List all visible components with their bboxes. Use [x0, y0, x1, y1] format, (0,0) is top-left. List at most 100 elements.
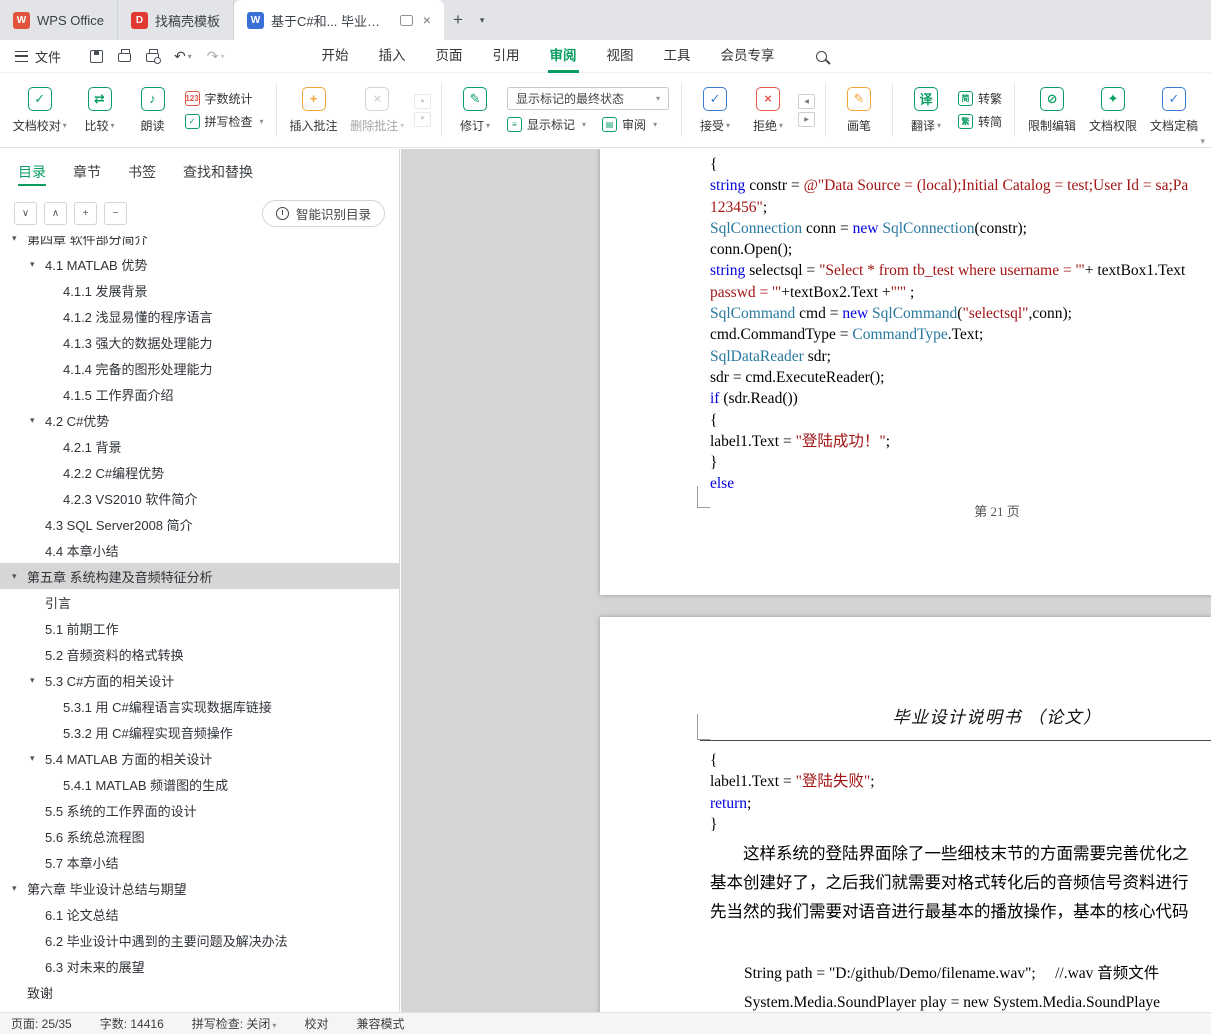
toc-item[interactable]: 5.3.1 用 C#编程语言实现数据库链接: [0, 693, 399, 719]
expand-arrow-icon[interactable]: ▾: [12, 571, 27, 582]
toc-item[interactable]: 6.1 论文总结: [0, 901, 399, 927]
accept-change-button[interactable]: ✓ 接受 ▾: [690, 82, 740, 139]
toc-item[interactable]: ▾ 4.1 MATLAB 优势: [0, 251, 399, 277]
expand-arrow-icon[interactable]: ▾: [30, 259, 45, 270]
search-icon[interactable]: [815, 50, 827, 62]
toc-item[interactable]: 5.6 系统总流程图: [0, 823, 399, 849]
redo-icon[interactable]: ↷ ▾: [207, 48, 225, 65]
toc-item[interactable]: ▾ 4.2 C#优势: [0, 407, 399, 433]
document-area[interactable]: {string constr = @"Data Source = (local)…: [401, 149, 1211, 1012]
reject-change-button[interactable]: × 拒绝 ▾: [743, 82, 793, 139]
expand-arrow-icon[interactable]: ▾: [30, 753, 45, 764]
menu-member[interactable]: 会员专享: [706, 40, 790, 73]
ink-pen-button[interactable]: ✎ 画笔: [834, 82, 884, 139]
review-pane-button[interactable]: ▤ 审阅 ▾: [602, 116, 657, 133]
toc-item-label: 4.1 MATLAB 优势: [45, 257, 148, 273]
pane-tab-chapter[interactable]: 章节: [73, 149, 101, 195]
revision-nav-prev-button[interactable]: ◀: [798, 93, 816, 109]
status-proofread[interactable]: 校对: [304, 1015, 328, 1032]
doc-permission-button[interactable]: ✦ 文档权限: [1084, 82, 1142, 139]
doc-finalize-button[interactable]: ✓ 文档定稿: [1145, 82, 1203, 139]
tab-close-icon[interactable]: ×: [423, 12, 431, 28]
insert-comment-button[interactable]: + 插入批注: [285, 82, 343, 139]
toc-item[interactable]: 5.7 本章小结: [0, 849, 399, 875]
toc-item[interactable]: 4.1.2 浅显易懂的程序语言: [0, 303, 399, 329]
toc-item[interactable]: ▾ 5.4 MATLAB 方面的相关设计: [0, 745, 399, 771]
traditional-to-simplified-button[interactable]: 繁转简: [958, 113, 1002, 130]
save-icon[interactable]: [90, 49, 104, 63]
toc-item[interactable]: 4.1.4 完备的图形处理能力: [0, 355, 399, 381]
toc-item[interactable]: 4.4 本章小结: [0, 537, 399, 563]
toc-item[interactable]: 4.2.1 背景: [0, 433, 399, 459]
word-count-button[interactable]: 123 字数统计: [184, 90, 264, 107]
restrict-editing-button[interactable]: ⊘ 限制编辑: [1023, 82, 1081, 139]
menu-tools[interactable]: 工具: [649, 40, 706, 73]
print-icon[interactable]: [118, 49, 132, 62]
toc-chevron-down-button[interactable]: ∨: [14, 202, 37, 225]
window-tab-wps-home[interactable]: W WPS Office: [0, 0, 118, 40]
toc-minus-button[interactable]: −: [104, 202, 127, 225]
menu-home[interactable]: 开始: [307, 40, 364, 73]
file-menu-button[interactable]: 文件: [0, 40, 76, 72]
toc-item[interactable]: ▾ 第四章 软件部分简介: [0, 236, 399, 251]
toc-item[interactable]: 致谢: [0, 979, 399, 1005]
menu-insert[interactable]: 插入: [364, 40, 421, 73]
menu-page[interactable]: 页面: [421, 40, 478, 73]
menu-review[interactable]: 审阅: [535, 40, 592, 73]
smart-toc-button[interactable]: 智能识别目录: [261, 200, 385, 227]
status-spell-check[interactable]: 拼写检查: 关闭 ▾: [192, 1015, 277, 1032]
expand-arrow-icon[interactable]: ▾: [30, 675, 45, 686]
status-word-count[interactable]: 字数: 14416: [100, 1015, 164, 1032]
toc-item[interactable]: ▾ 第六章 毕业设计总结与期望: [0, 875, 399, 901]
expand-arrow-icon[interactable]: ▾: [12, 236, 27, 244]
toc-item[interactable]: 4.2.2 C#编程优势: [0, 459, 399, 485]
doc-proofread-button[interactable]: ✓ 文档校对 ▾: [8, 82, 72, 139]
read-aloud-button[interactable]: ♪ 朗读: [128, 82, 178, 139]
toc-item[interactable]: 5.1 前期工作: [0, 615, 399, 641]
comment-bubble-icon[interactable]: [399, 14, 413, 26]
toc-item[interactable]: ▾ 5.3 C#方面的相关设计: [0, 667, 399, 693]
toc-item[interactable]: 4.1.1 发展背景: [0, 277, 399, 303]
status-compat-mode[interactable]: 兼容模式: [356, 1015, 404, 1032]
toc-item[interactable]: 4.3 SQL Server2008 简介: [0, 511, 399, 537]
toc-item[interactable]: ▾ 第五章 系统构建及音频特征分析: [0, 563, 399, 589]
pane-tab-find-replace[interactable]: 查找和替换: [183, 149, 253, 195]
toc-chevron-up-button[interactable]: ∧: [44, 202, 67, 225]
document-page-21[interactable]: {string constr = @"Data Source = (local)…: [600, 149, 1211, 595]
toc-item[interactable]: 5.4.1 MATLAB 频谱图的生成: [0, 771, 399, 797]
expand-arrow-icon[interactable]: ▾: [30, 415, 45, 426]
revision-nav-next-button[interactable]: ▶: [798, 111, 816, 127]
track-changes-button[interactable]: ✎ 修订 ▾: [450, 82, 500, 139]
simplified-to-traditional-button[interactable]: 简转繁: [958, 90, 1002, 107]
pane-tab-bookmark[interactable]: 书签: [128, 149, 156, 195]
expand-arrow-icon[interactable]: ▾: [12, 883, 27, 894]
compare-button[interactable]: ⇄ 比较 ▾: [75, 82, 125, 139]
undo-icon[interactable]: ↶ ▾: [174, 48, 192, 65]
window-tab-docer[interactable]: D 找稿壳模板: [118, 0, 234, 40]
toc-item[interactable]: 5.2 音频资料的格式转换: [0, 641, 399, 667]
tab-list-dropdown-icon[interactable]: ▾: [472, 0, 493, 40]
toc-item[interactable]: 5.3.2 用 C#编程实现音频操作: [0, 719, 399, 745]
new-tab-button[interactable]: +: [444, 0, 472, 40]
translate-button[interactable]: 译翻译 ▾: [901, 82, 951, 139]
show-markup-button[interactable]: ≡ 显示标记 ▾: [507, 116, 586, 133]
code-line: return;: [710, 794, 752, 812]
toc-item[interactable]: 4.2.3 VS2010 软件简介: [0, 485, 399, 511]
toc-item[interactable]: 5.5 系统的工作界面的设计: [0, 797, 399, 823]
spell-check-button[interactable]: ✓ 拼写检查 ▾: [184, 113, 264, 130]
toc-item[interactable]: 4.1.5 工作界面介绍: [0, 381, 399, 407]
toc-item[interactable]: 引言: [0, 589, 399, 615]
menu-view[interactable]: 视图: [592, 40, 649, 73]
toc-plus-button[interactable]: +: [74, 202, 97, 225]
toc-item[interactable]: 6.2 毕业设计中遇到的主要问题及解决办法: [0, 927, 399, 953]
menu-reference[interactable]: 引用: [478, 40, 535, 73]
toc-item[interactable]: 4.1.3 强大的数据处理能力: [0, 329, 399, 355]
markup-state-combo[interactable]: 显示标记的最终状态 ▾: [507, 87, 670, 110]
toc-item[interactable]: 6.3 对未来的展望: [0, 953, 399, 979]
pane-tab-toc[interactable]: 目录: [18, 149, 46, 195]
wps-home-logo-icon: W: [13, 11, 30, 29]
print-preview-icon[interactable]: [146, 49, 162, 64]
window-tab-document[interactable]: W 基于C#和... 毕业论文 ×: [233, 0, 444, 40]
status-page-indicator[interactable]: 页面: 25/35: [11, 1015, 72, 1032]
document-page-22[interactable]: 毕业设计说明书 （论文） {label1.Text = "登陆失败"; retur…: [600, 617, 1211, 1012]
